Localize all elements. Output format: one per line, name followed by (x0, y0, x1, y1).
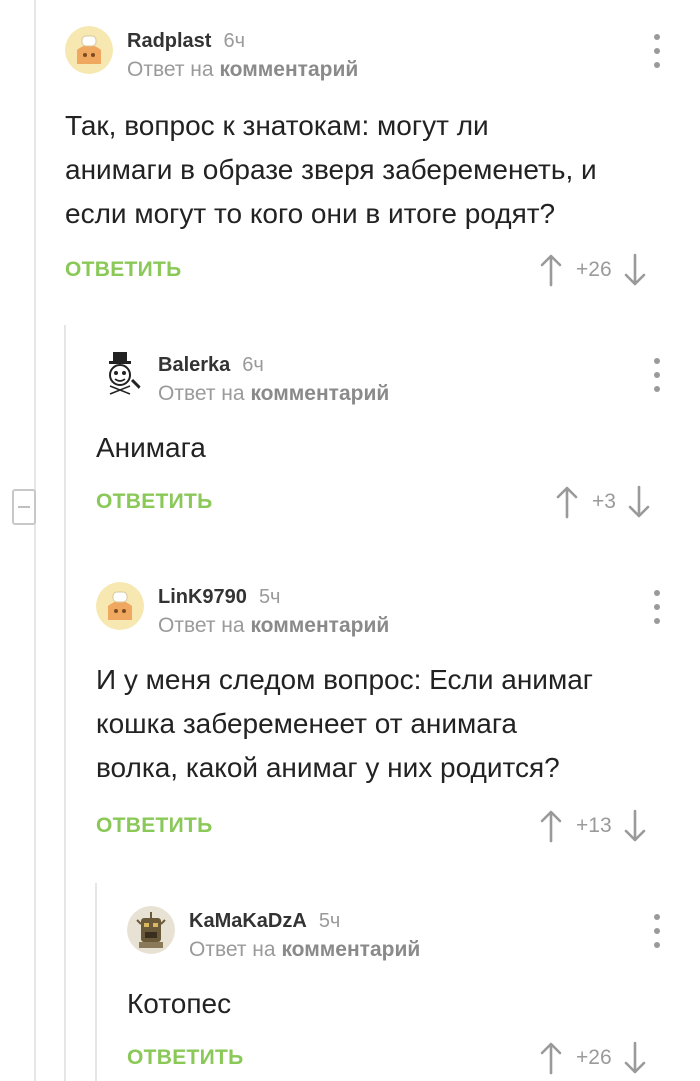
reply-to-info: Ответ на комментарий (158, 614, 389, 638)
comment-text: Анимага (96, 432, 206, 463)
reply-to-link[interactable]: комментарий (250, 382, 389, 405)
collapse-thread-button[interactable] (12, 489, 36, 525)
arrow-up-icon[interactable] (556, 485, 578, 519)
minus-icon (18, 506, 30, 508)
comment-username[interactable]: KaMaKaDzA 5ч (189, 910, 340, 933)
username-text[interactable]: LinK9790 (158, 586, 247, 608)
arrow-up-icon[interactable] (540, 253, 562, 287)
vote-score: +26 (576, 1046, 612, 1069)
arrow-down-icon[interactable] (624, 1041, 646, 1075)
comment-text: И у меня следом вопрос: Если анимаг кошк… (96, 664, 593, 783)
reply-to-link[interactable]: комментарий (250, 614, 389, 637)
vote-controls: +26 (540, 1040, 646, 1076)
arrow-down-icon[interactable] (624, 809, 646, 843)
reply-to-link[interactable]: комментарий (219, 58, 358, 81)
vote-controls: +3 (556, 484, 650, 520)
arrow-down-icon[interactable] (624, 253, 646, 287)
vote-score: +26 (576, 258, 612, 281)
more-vertical-icon[interactable] (653, 358, 661, 392)
username-text[interactable]: Radplast (127, 30, 211, 52)
comment-username[interactable]: Radplast 6ч (127, 30, 245, 53)
thread-line-level-1 (34, 0, 36, 1081)
vote-controls: +26 (540, 252, 646, 288)
comment-username[interactable]: LinK9790 5ч (158, 586, 280, 609)
reply-button[interactable]: ОТВЕТИТЬ (96, 814, 213, 838)
comment-time: 5ч (318, 910, 341, 932)
arrow-up-icon[interactable] (540, 1041, 562, 1075)
comment-username[interactable]: Balerka 6ч (158, 354, 264, 377)
vote-score: +13 (576, 814, 612, 837)
comment-kamakadza: KaMaKaDzA 5ч Ответ на комментарий Котопес… (127, 906, 680, 1081)
robot-avatar[interactable] (127, 906, 175, 954)
reply-to-prefix: Ответ на (158, 382, 245, 405)
arrow-down-icon[interactable] (628, 485, 650, 519)
reply-to-prefix: Ответ на (189, 938, 276, 961)
thread-line-level-3 (95, 883, 97, 1081)
vote-score: +3 (592, 490, 616, 513)
reply-button[interactable]: ОТВЕТИТЬ (65, 258, 182, 282)
default-avatar-icon[interactable] (65, 26, 113, 74)
comment-text: Так, вопрос к знатокам: могут ли анимаги… (65, 110, 597, 229)
comment-time: 5ч (258, 586, 281, 608)
reply-to-info: Ответ на комментарий (189, 938, 420, 962)
comment-time: 6ч (223, 30, 246, 52)
reply-to-link[interactable]: комментарий (281, 938, 420, 961)
arrow-up-icon[interactable] (540, 809, 562, 843)
comment-text: Котопес (127, 988, 232, 1019)
comment-radplast: Radplast 6ч Ответ на комментарий Так, воп… (65, 26, 680, 296)
comment-balerka: Balerka 6ч Ответ на комментарий Анимага О… (96, 350, 680, 530)
username-text[interactable]: Balerka (158, 354, 230, 376)
reply-to-prefix: Ответ на (158, 614, 245, 637)
comment-link9790: LinK9790 5ч Ответ на комментарий И у меня… (96, 582, 680, 852)
more-vertical-icon[interactable] (653, 590, 661, 624)
reply-to-info: Ответ на комментарий (127, 58, 358, 82)
reply-to-info: Ответ на комментарий (158, 382, 389, 406)
reply-to-prefix: Ответ на (127, 58, 214, 81)
default-avatar-icon[interactable] (96, 582, 144, 630)
top-hat-character-avatar[interactable] (96, 350, 144, 398)
reply-button[interactable]: ОТВЕТИТЬ (127, 1046, 244, 1070)
username-text[interactable]: KaMaKaDzA (189, 910, 307, 932)
comment-time: 6ч (242, 354, 264, 376)
vote-controls: +13 (540, 808, 646, 844)
thread-line-level-2 (64, 325, 66, 1081)
more-vertical-icon[interactable] (653, 914, 661, 948)
more-vertical-icon[interactable] (653, 34, 661, 68)
reply-button[interactable]: ОТВЕТИТЬ (96, 490, 213, 514)
